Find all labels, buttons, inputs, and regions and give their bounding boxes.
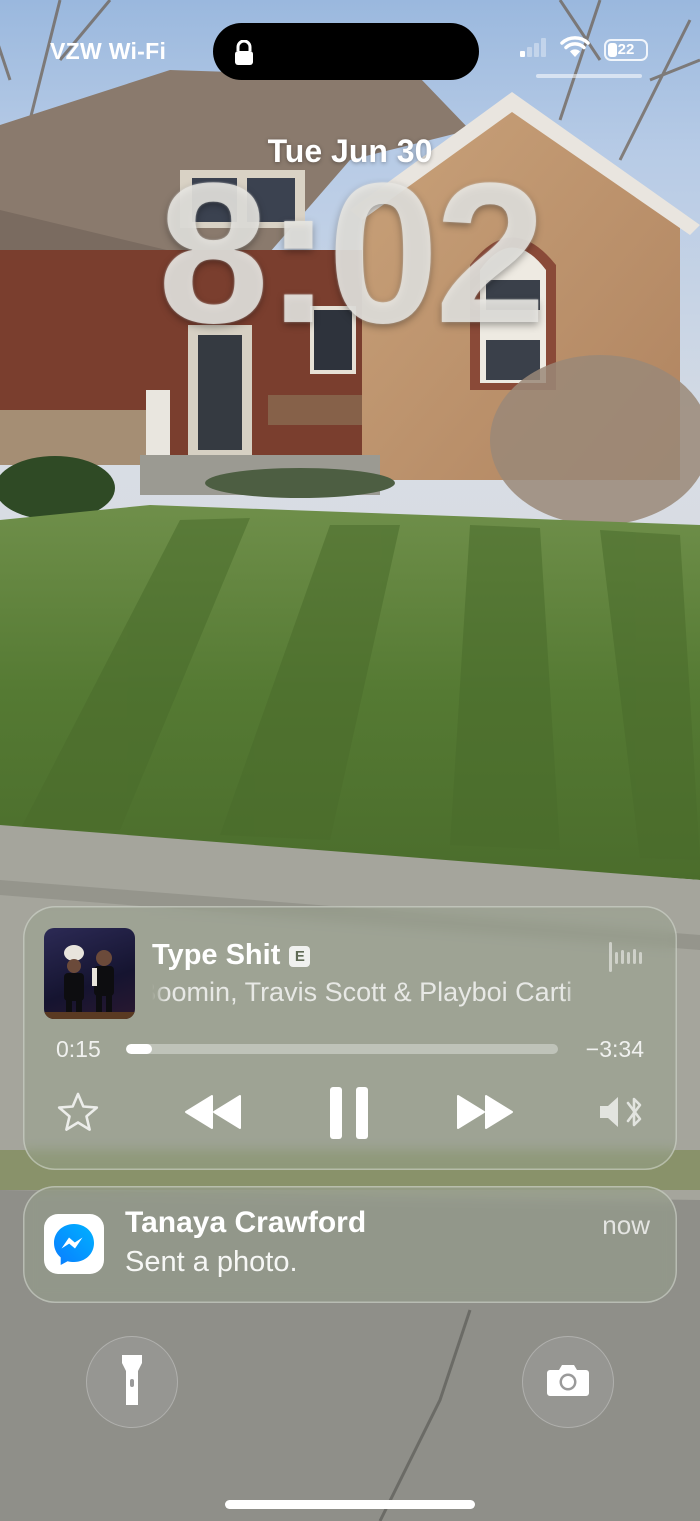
- playback-progress-fill: [126, 1044, 153, 1054]
- camera-icon: [546, 1363, 590, 1402]
- star-icon[interactable]: [57, 1092, 99, 1132]
- rewind-icon[interactable]: [184, 1094, 242, 1130]
- audio-output-icon[interactable]: [598, 1094, 644, 1130]
- dynamic-island: [213, 23, 479, 80]
- remaining-time: −3:34: [585, 1036, 644, 1062]
- waveform-icon: [609, 942, 643, 977]
- pause-icon[interactable]: [328, 1086, 370, 1140]
- notification-sender: Tanaya Crawford: [125, 1206, 367, 1239]
- cellular-signal-icon: [520, 37, 546, 62]
- elapsed-time: 0:15: [56, 1036, 101, 1062]
- status-underline: [536, 74, 642, 78]
- messenger-notification[interactable]: Tanaya Crawford Sent a photo. now: [23, 1186, 677, 1303]
- camera-button[interactable]: [522, 1336, 614, 1428]
- messenger-icon: [44, 1214, 104, 1274]
- status-icons: 22: [520, 36, 648, 63]
- notification-message: Sent a photo.: [125, 1246, 298, 1278]
- fast-forward-icon[interactable]: [456, 1094, 514, 1130]
- flashlight-button[interactable]: [86, 1336, 178, 1428]
- notification-time: now: [602, 1210, 650, 1240]
- now-playing-widget[interactable]: Type Shit E Metro Boomin, Travis Scott & …: [23, 906, 677, 1170]
- lock-icon: [233, 39, 255, 71]
- battery-level: 22: [617, 40, 635, 58]
- battery-icon: 22: [604, 38, 648, 61]
- wifi-icon: [560, 36, 590, 63]
- explicit-badge: E: [289, 946, 311, 967]
- flashlight-icon: [121, 1353, 143, 1412]
- track-artist: Metro Boomin, Travis Scott & Playboi Car…: [152, 977, 589, 1008]
- playback-scrubber[interactable]: [126, 1044, 558, 1054]
- home-indicator[interactable]: [225, 1500, 475, 1509]
- album-art[interactable]: [44, 928, 135, 1019]
- lock-screen-clock: 8:02: [157, 142, 546, 365]
- track-title: Type Shit E: [152, 939, 311, 972]
- track-artist-text: Metro Boomin, Travis Scott & Playboi Car…: [152, 977, 573, 1007]
- carrier-label: VZW Wi-Fi: [50, 38, 167, 64]
- track-title-text: Type Shit: [152, 939, 281, 971]
